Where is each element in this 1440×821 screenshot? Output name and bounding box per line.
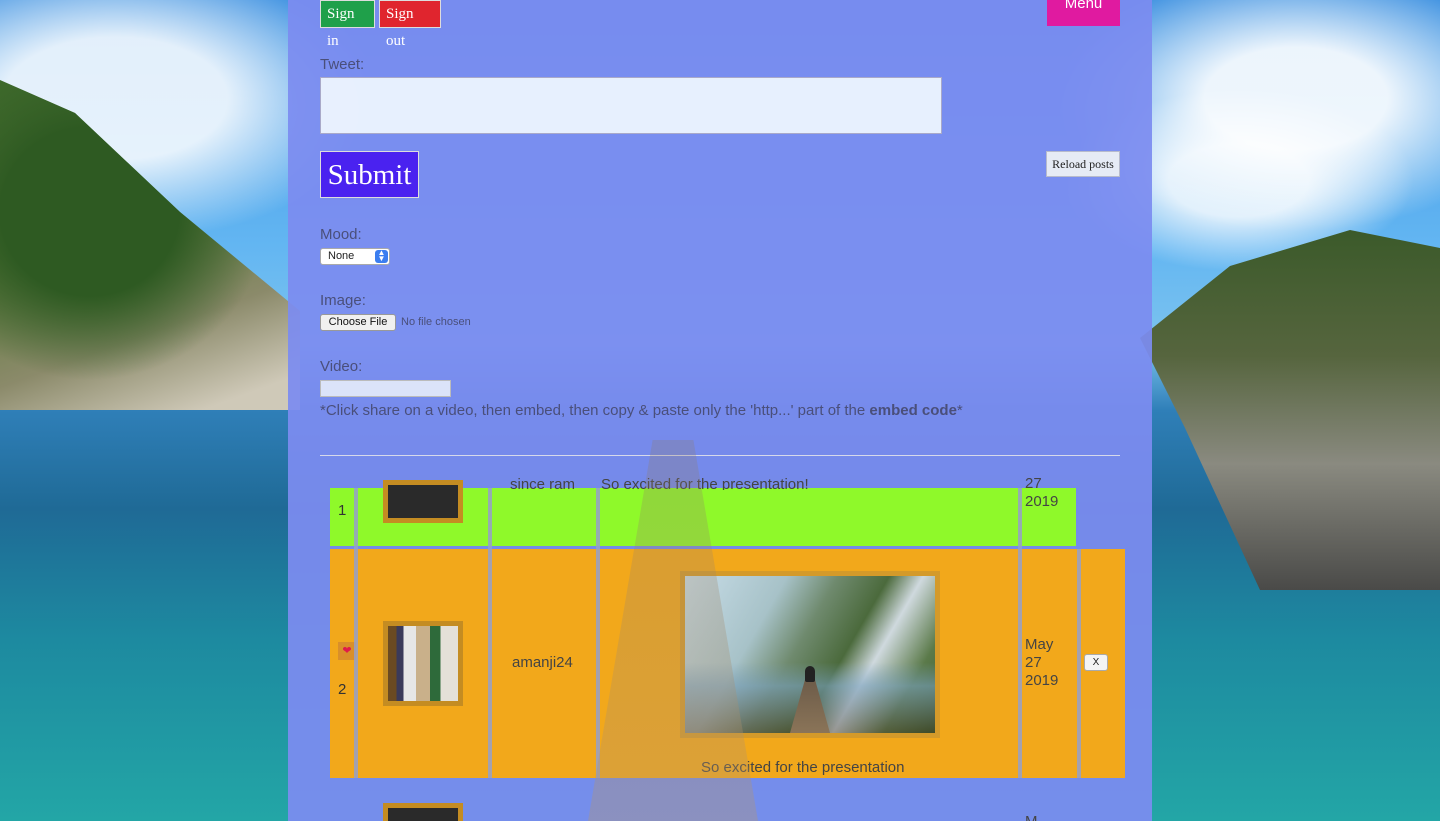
post-username: amanji24: [512, 654, 573, 671]
menu-button[interactable]: Menu: [1047, 0, 1120, 26]
mood-select[interactable]: None ▲ ▼: [320, 248, 390, 265]
post-text-partial: So excited for the presentation!: [601, 476, 809, 490]
avatar: [383, 621, 463, 706]
column-divider: [488, 488, 492, 778]
background-hill-left: [0, 80, 300, 410]
post-date: May 27 2019: [1025, 636, 1058, 690]
submit-button[interactable]: Submit: [320, 151, 419, 198]
post-date-year: 2019: [1025, 672, 1059, 689]
section-divider: [320, 455, 1120, 456]
reload-posts-button[interactable]: Reload posts: [1046, 151, 1120, 177]
post-date-partial: 27 2019: [1025, 475, 1059, 510]
sign-in-button[interactable]: Sign in: [320, 0, 375, 49]
post-user-partial: since ram: [510, 476, 576, 490]
video-note-bold: embed code: [869, 402, 957, 419]
column-divider: [1077, 549, 1081, 778]
mood-selected-value: None: [328, 250, 355, 262]
video-label: Video:: [320, 358, 363, 375]
avatar: [383, 803, 463, 821]
image-label: Image:: [320, 292, 366, 309]
mood-label: Mood:: [320, 226, 362, 243]
video-input[interactable]: [320, 380, 451, 397]
tweet-textarea[interactable]: [320, 77, 942, 134]
select-arrows-icon: ▲ ▼: [375, 249, 388, 263]
background-hill-right: [1140, 230, 1440, 590]
column-divider: [354, 488, 358, 778]
post-date-day: 27: [1025, 654, 1042, 671]
post-number: 2: [338, 681, 347, 698]
video-note-end: *: [956, 402, 963, 419]
post-number: 1: [338, 502, 347, 519]
post-date-partial: M: [1025, 813, 1038, 821]
choose-file-button[interactable]: Choose File: [320, 314, 396, 331]
tweet-label: Tweet:: [320, 56, 365, 73]
no-file-text: No file chosen: [401, 316, 471, 328]
sign-out-button[interactable]: Sign out: [379, 0, 441, 49]
post-caption: So excited for the presentation: [701, 759, 905, 776]
post-date-month: May: [1025, 636, 1054, 653]
avatar: [383, 480, 463, 523]
video-note-text: *Click share on a video, then embed, the…: [320, 402, 870, 419]
post-image: [680, 571, 940, 738]
column-divider: [1018, 488, 1022, 778]
column-divider: [596, 488, 600, 778]
main-panel: Sign in Sign out Menu Tweet: Submit Relo…: [288, 0, 1152, 821]
delete-post-button[interactable]: X: [1084, 654, 1108, 671]
video-instructions: *Click share on a video, then embed, the…: [320, 402, 963, 419]
